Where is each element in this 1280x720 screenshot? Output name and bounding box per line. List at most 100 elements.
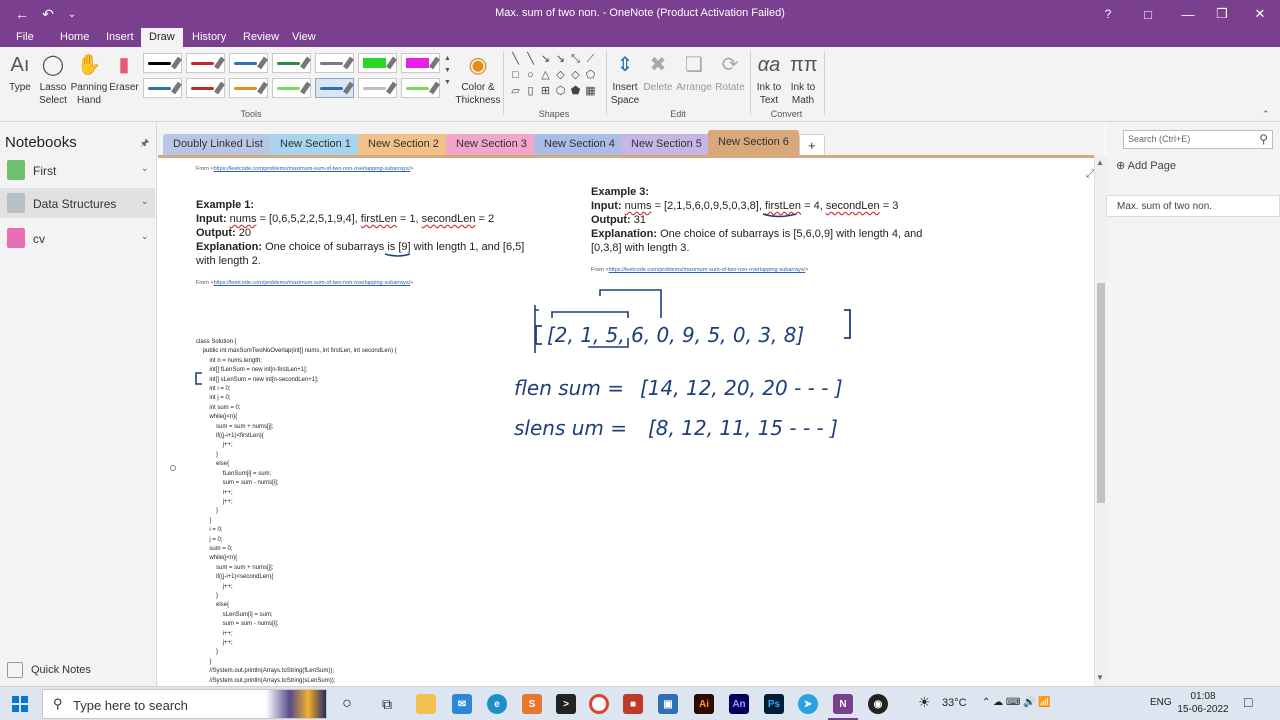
notebook-data-structures[interactable]: Data Structures ⌄	[0, 188, 155, 218]
chevron-down-icon[interactable]: ⌄	[141, 163, 149, 174]
clock[interactable]: 01:08 15-06-2022	[1176, 690, 1230, 716]
lasso-select-button[interactable]: ◯ Lasso Select	[36, 51, 70, 107]
pen-swatch[interactable]	[229, 53, 268, 73]
pen-swatch[interactable]	[272, 78, 311, 98]
language-indicator[interactable]: ENG	[1150, 697, 1172, 708]
tray-icons[interactable]: ⌃ ☁ ⌨ 🔊 📶	[982, 697, 1051, 708]
shape-icon[interactable]: ⬡	[554, 85, 567, 98]
section-tab-2[interactable]: New Section 2	[358, 134, 449, 155]
eraser-button[interactable]: ▮ Eraser	[108, 51, 140, 94]
search-input[interactable]: Search (Ctrl+E) ⚲	[1123, 130, 1273, 149]
page-canvas[interactable]: ⤢ From <https://leetcode.com/problems/ma…	[158, 155, 1094, 686]
scroll-down-icon[interactable]: ▼	[1096, 673, 1104, 682]
pen-swatch[interactable]	[272, 53, 311, 73]
shape-icon[interactable]: ▱	[509, 85, 522, 98]
shape-icon[interactable]: ⬟	[569, 85, 582, 98]
pen-swatch[interactable]	[358, 78, 397, 98]
tab-file[interactable]: File	[8, 28, 42, 47]
onenote-icon[interactable]: N	[833, 694, 853, 714]
close-button[interactable]: ✕	[1240, 0, 1280, 28]
task-view-icon[interactable]: ⧉	[377, 694, 397, 714]
weather-temp[interactable]: 33°C	[942, 697, 967, 709]
shape-icon[interactable]: △	[539, 69, 552, 82]
pen-swatch[interactable]	[186, 53, 225, 73]
delete-button[interactable]: ✖ Delete	[642, 51, 674, 94]
sublime-icon[interactable]: S	[522, 694, 542, 714]
pen-swatch[interactable]	[143, 78, 182, 98]
pen-swatch[interactable]	[315, 53, 354, 73]
chrome-icon[interactable]	[589, 694, 609, 714]
notebook-cv[interactable]: cv ⌄	[0, 223, 155, 253]
page-item[interactable]: Max. sum of two non.	[1106, 195, 1280, 217]
app-icon[interactable]: ■	[623, 694, 643, 714]
animate-icon[interactable]: An	[729, 694, 749, 714]
rotate-button[interactable]: ⟳ Rotate	[713, 51, 747, 94]
terminal-icon[interactable]: >	[556, 694, 576, 714]
cortana-icon[interactable]: ○	[337, 694, 357, 714]
shape-icon[interactable]: ◇	[554, 69, 567, 82]
shape-icon[interactable]: ▦	[584, 85, 597, 98]
section-tab-1[interactable]: New Section 1	[270, 134, 361, 155]
notebook-first[interactable]: First ⌄	[0, 155, 155, 185]
type-button[interactable]: Aı Type	[6, 51, 34, 94]
shape-icon[interactable]: ↘	[539, 53, 552, 66]
maximize-button[interactable]: ❐	[1202, 0, 1242, 28]
shape-icon[interactable]: ▯	[524, 85, 537, 98]
insert-space-button[interactable]: ⇕ Insert Space	[609, 51, 641, 107]
app-icon[interactable]: ▣	[658, 694, 678, 714]
section-tab-doubly-linked-list[interactable]: Doubly Linked List	[163, 134, 273, 155]
add-page-button[interactable]: ⊕ Add Page	[1116, 159, 1176, 172]
tab-view[interactable]: View	[284, 28, 324, 47]
search-icon[interactable]: ⚲	[1259, 132, 1268, 146]
tab-review[interactable]: Review	[235, 28, 287, 47]
photoshop-icon[interactable]: Ps	[764, 694, 784, 714]
scrollbar-thumb[interactable]	[1097, 283, 1105, 503]
tab-insert[interactable]: Insert	[98, 28, 142, 47]
pen-gallery-scroll[interactable]: ▲ ▼ ▼	[443, 53, 452, 89]
tab-history[interactable]: History	[184, 28, 234, 47]
vertical-scrollbar[interactable]: ▲ ▼	[1094, 155, 1106, 686]
collapse-ribbon-icon[interactable]: ⌃	[1262, 109, 1270, 120]
pen-swatch[interactable]	[401, 53, 440, 73]
section-tab-6[interactable]: New Section 6	[708, 130, 799, 155]
shape-icon[interactable]: ⬠	[584, 69, 597, 82]
pin-icon[interactable]: 🖈	[140, 136, 149, 153]
section-tab-4[interactable]: New Section 4	[534, 134, 625, 155]
color-thickness-button[interactable]: ◉ Color & Thickness	[455, 51, 501, 107]
tab-home[interactable]: Home	[52, 28, 97, 47]
shape-icon[interactable]: □	[509, 69, 522, 82]
windows-start-icon[interactable]	[12, 696, 28, 712]
add-section-button[interactable]: +	[799, 134, 825, 155]
shape-icon[interactable]: ◇	[569, 69, 582, 82]
illustrator-icon[interactable]: Ai	[694, 694, 714, 714]
arrange-button[interactable]: ❏ Arrange	[675, 51, 713, 94]
pen-swatch[interactable]	[401, 78, 440, 98]
panning-hand-button[interactable]: ✋ Panning Hand	[70, 51, 108, 107]
pen-swatch[interactable]	[315, 78, 354, 98]
pen-swatch[interactable]	[186, 78, 225, 98]
taskbar-search[interactable]: ⚲ Type here to search	[42, 689, 327, 719]
file-explorer-icon[interactable]	[416, 694, 436, 714]
chevron-down-icon[interactable]: ⌄	[141, 231, 149, 242]
section-tab-5[interactable]: New Section 5	[621, 134, 712, 155]
scroll-up-icon[interactable]: ▲	[1096, 158, 1104, 167]
pen-swatch[interactable]	[358, 53, 397, 73]
shape-icon[interactable]: ○	[524, 69, 537, 82]
ink-to-math-button[interactable]: ππ Ink to Math	[786, 51, 820, 107]
tab-draw[interactable]: Draw	[141, 28, 183, 47]
section-tab-3[interactable]: New Section 3	[446, 134, 537, 155]
quick-notes[interactable]: Quick Notes	[7, 662, 91, 678]
mail-icon[interactable]: ✉	[452, 694, 472, 714]
weather-icon[interactable]: ☀	[918, 694, 931, 711]
help-icon[interactable]: ?	[1088, 0, 1128, 28]
edge-icon[interactable]: e	[487, 694, 507, 714]
shape-icon[interactable]: ⊞	[539, 85, 552, 98]
shape-icon[interactable]: ╲	[524, 53, 537, 66]
obs-icon[interactable]: ◉	[868, 694, 888, 714]
ink-to-text-button[interactable]: αa Ink to Text	[753, 51, 785, 107]
pen-swatch[interactable]	[229, 78, 268, 98]
pen-swatch[interactable]	[143, 53, 182, 73]
shape-icon[interactable]: ↘	[554, 53, 567, 66]
ribbon-display-icon[interactable]: □	[1128, 0, 1168, 28]
shape-icon[interactable]: ⟋	[584, 53, 597, 66]
